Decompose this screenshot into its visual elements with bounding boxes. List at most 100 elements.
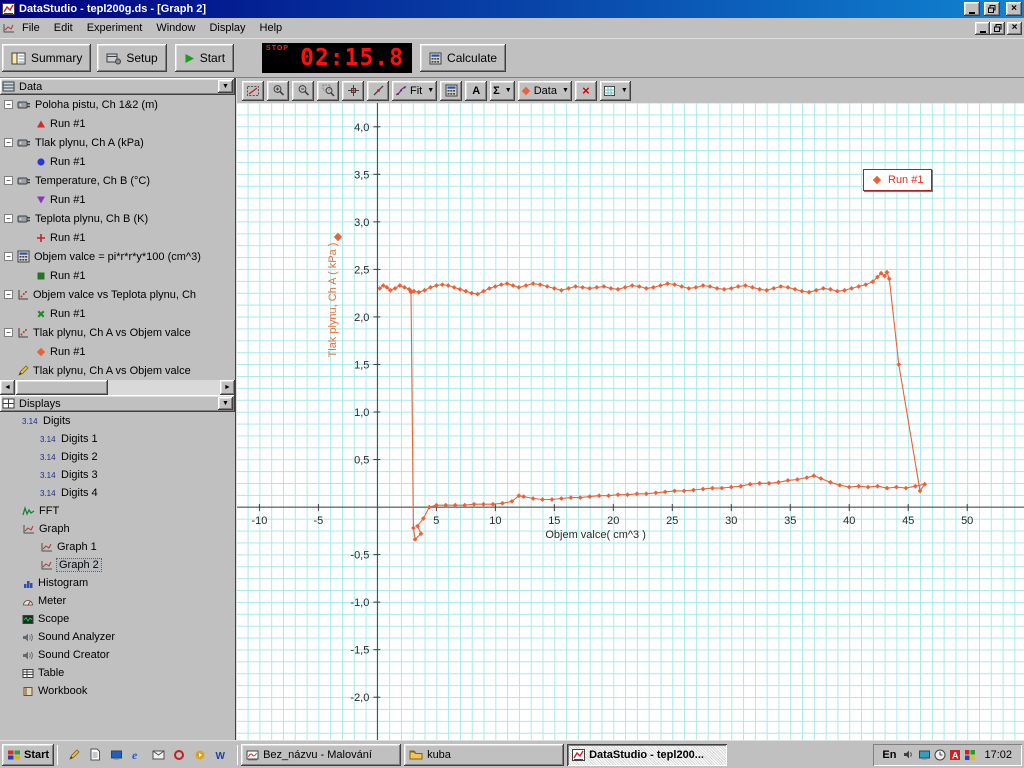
setup-button[interactable]: Setup xyxy=(97,44,167,72)
menu-experiment[interactable]: Experiment xyxy=(80,19,150,37)
mdi-minimize-button[interactable] xyxy=(975,21,990,35)
remove-tool-button[interactable]: × xyxy=(574,80,597,101)
zoom-out-button[interactable] xyxy=(292,80,314,101)
plot-area[interactable]: -10 -5 5 10 15 20 25 30 35 40 45 50 4,0 3,5 3,0 2,5 2,0 1… xyxy=(237,103,1024,740)
tray-volume-icon[interactable] xyxy=(903,749,915,761)
run-item[interactable]: Run #1 xyxy=(0,342,235,361)
fit-menu-button[interactable]: Fit ▼ xyxy=(392,80,438,101)
data-source-tlak-plynu-ch-a-kpa-[interactable]: − Tlak plynu, Ch A (kPa) xyxy=(0,133,235,152)
collapse-toggle-icon[interactable]: − xyxy=(4,252,13,261)
display-item-graph-2[interactable]: Graph 2 xyxy=(0,556,235,574)
display-item-table[interactable]: Table xyxy=(0,664,235,682)
collapse-toggle-icon[interactable]: − xyxy=(4,328,13,337)
data-source-objem-valce-vs-teplota-plynu-ch[interactable]: − Objem valce vs Teplota plynu, Ch xyxy=(0,285,235,304)
collapse-toggle-icon[interactable]: − xyxy=(4,176,13,185)
display-item-digits-2[interactable]: 3.14 Digits 2 xyxy=(0,448,235,466)
display-item-digits-1[interactable]: 3.14 Digits 1 xyxy=(0,430,235,448)
smart-tool-button[interactable] xyxy=(342,80,364,101)
run-item[interactable]: Run #1 xyxy=(0,114,235,133)
quick-launch-document-icon[interactable] xyxy=(86,745,104,765)
data-source-teplota-plynu-ch-b-k-[interactable]: − Teplota plynu, Ch B (K) xyxy=(0,209,235,228)
data-source-tlak-plynu-ch-a-vs-objem-valce[interactable]: Tlak plynu, Ch A vs Objem valce xyxy=(0,361,235,380)
display-item-sound-creator[interactable]: Sound Creator xyxy=(0,646,235,664)
display-item-digits-3[interactable]: 3.14 Digits 3 xyxy=(0,466,235,484)
display-item-graph-1[interactable]: Graph 1 xyxy=(0,538,235,556)
scope-icon xyxy=(22,614,34,625)
data-source-temperature-ch-b-c-[interactable]: − Temperature, Ch B (°C) xyxy=(0,171,235,190)
display-item-histogram[interactable]: Histogram xyxy=(0,574,235,592)
taskbar-task-kuba[interactable]: kuba xyxy=(404,743,565,766)
statistics-menu-dropdown-arrow[interactable]: ▼ xyxy=(503,87,512,94)
menu-window[interactable]: Window xyxy=(149,19,202,37)
language-indicator[interactable]: En xyxy=(879,748,899,762)
svg-text:A: A xyxy=(952,750,959,760)
menu-file[interactable]: File xyxy=(15,19,47,37)
data-tree-hscrollbar[interactable]: ◄ ► xyxy=(0,380,235,395)
scroll-left-button[interactable]: ◄ xyxy=(0,380,15,395)
menu-display[interactable]: Display xyxy=(202,19,252,37)
display-item-digits[interactable]: 3.14 Digits xyxy=(0,412,235,430)
quick-launch-mail-icon[interactable] xyxy=(149,745,167,765)
zoom-in-button[interactable] xyxy=(267,80,289,101)
scale-to-fit-button[interactable] xyxy=(242,80,264,101)
tray-colors-icon[interactable] xyxy=(964,749,976,761)
text-tool-button[interactable]: A xyxy=(465,80,488,101)
display-item-meter[interactable]: Meter xyxy=(0,592,235,610)
data-source-objem-valce-pi-r-r-y-100-cm-3-[interactable]: − Objem valce = pi*r*r*y*100 (cm^3) xyxy=(0,247,235,266)
scrollbar-thumb[interactable] xyxy=(16,380,108,395)
summary-button[interactable]: Summary xyxy=(2,44,92,72)
run-item[interactable]: Run #1 xyxy=(0,228,235,247)
collapse-toggle-icon[interactable]: − xyxy=(4,214,13,223)
slope-tool-button[interactable] xyxy=(367,80,389,101)
run-item[interactable]: Run #1 xyxy=(0,266,235,285)
calculate-tool-button[interactable] xyxy=(440,80,463,101)
calculate-button[interactable]: Calculate xyxy=(420,44,507,72)
mdi-close-button[interactable]: × xyxy=(1007,21,1022,35)
quick-launch-pencil-icon[interactable] xyxy=(65,745,83,765)
menu-edit[interactable]: Edit xyxy=(47,19,80,37)
taskbar-task-datastudio-tepl200-[interactable]: DataStudio - tepl200... xyxy=(567,743,728,766)
run-item[interactable]: Run #1 xyxy=(0,190,235,209)
quick-launch-media-player-icon[interactable] xyxy=(191,745,209,765)
display-item-workbook[interactable]: Workbook xyxy=(0,682,235,700)
tray-antivirus-icon[interactable]: A xyxy=(949,749,961,761)
statistics-menu-button[interactable]: Σ ▼ xyxy=(490,80,515,101)
workbook-icon xyxy=(22,686,34,697)
start-button[interactable]: Start xyxy=(174,44,235,72)
minimize-button[interactable] xyxy=(964,2,980,16)
quick-launch-opera-icon[interactable] xyxy=(170,745,188,765)
mdi-restore-button[interactable] xyxy=(990,21,1005,35)
data-menu-button[interactable]: Data ▼ xyxy=(517,80,572,101)
quick-launch-ie-icon[interactable]: e xyxy=(128,745,146,765)
graph-settings-menu-dropdown-arrow[interactable]: ▼ xyxy=(619,87,628,94)
fit-menu-dropdown-arrow[interactable]: ▼ xyxy=(425,87,434,94)
scroll-right-button[interactable]: ► xyxy=(220,380,235,395)
graph-settings-menu-button[interactable]: ▼ xyxy=(599,80,631,101)
data-panel-collapse-button[interactable]: ▼ xyxy=(218,80,233,93)
tray-display-icon[interactable] xyxy=(918,749,931,761)
taskbar-task-bez-n-zvu-malov-n-[interactable]: Bez_názvu - Malování xyxy=(241,743,402,766)
start-menu-button[interactable]: Start xyxy=(2,743,55,766)
legend[interactable]: Run #1 xyxy=(863,169,933,191)
collapse-toggle-icon[interactable]: − xyxy=(4,290,13,299)
data-source-poloha-pistu-ch-1-2-m-[interactable]: − Poloha pistu, Ch 1&2 (m) xyxy=(0,95,235,114)
tray-clock-tray-icon[interactable] xyxy=(934,749,946,761)
display-item-fft[interactable]: FFT xyxy=(0,502,235,520)
quick-launch-show-desktop-icon[interactable] xyxy=(107,745,125,765)
display-item-sound-analyzer[interactable]: Sound Analyzer xyxy=(0,628,235,646)
display-item-digits-4[interactable]: 3.14 Digits 4 xyxy=(0,484,235,502)
close-button[interactable]: × xyxy=(1006,2,1022,16)
display-item-scope[interactable]: Scope xyxy=(0,610,235,628)
restore-button[interactable] xyxy=(984,2,1000,16)
run-item[interactable]: Run #1 xyxy=(0,152,235,171)
collapse-toggle-icon[interactable]: − xyxy=(4,100,13,109)
collapse-toggle-icon[interactable]: − xyxy=(4,138,13,147)
displays-panel-collapse-button[interactable]: ▼ xyxy=(218,397,233,410)
menu-help[interactable]: Help xyxy=(253,19,290,37)
display-item-graph[interactable]: Graph xyxy=(0,520,235,538)
quick-launch-word-icon[interactable]: W xyxy=(212,745,230,765)
data-menu-dropdown-arrow[interactable]: ▼ xyxy=(560,87,569,94)
data-source-tlak-plynu-ch-a-vs-objem-valce[interactable]: − Tlak plynu, Ch A vs Objem valce xyxy=(0,323,235,342)
run-item[interactable]: Run #1 xyxy=(0,304,235,323)
zoom-select-button[interactable] xyxy=(317,80,339,101)
